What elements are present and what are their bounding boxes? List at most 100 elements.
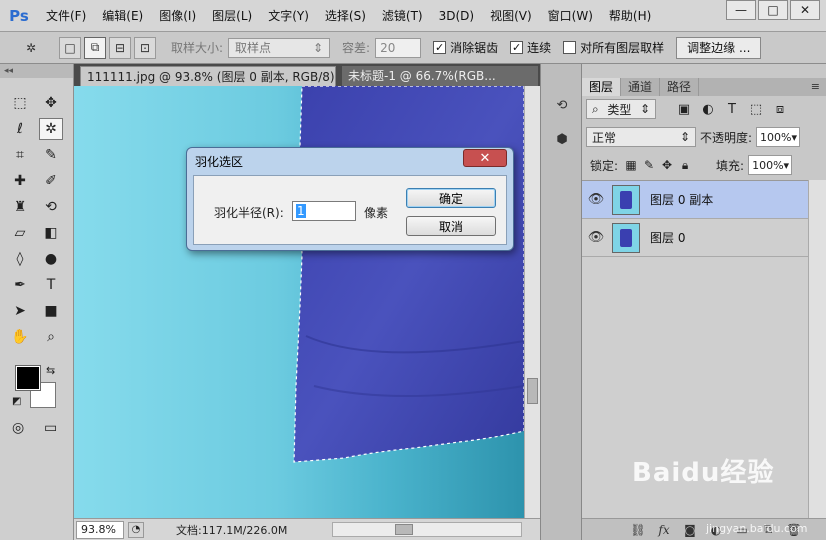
rectangle-tool-icon[interactable]: ■ — [39, 300, 63, 322]
lock-row: 锁定: ▦ ✎ ✥ 🔒︎ 填充: 100% ▾ — [586, 154, 822, 176]
dodge-tool-icon[interactable]: ● — [39, 248, 63, 270]
menu-select[interactable]: 选择(S) — [317, 0, 374, 32]
menu-image[interactable]: 图像(I) — [151, 0, 204, 32]
add-selection-icon[interactable]: ⧉ — [84, 36, 106, 59]
type-filter-icon[interactable]: T — [722, 99, 742, 119]
menu-3d[interactable]: 3D(D) — [431, 0, 482, 32]
document-info[interactable]: 文档:117.1M/226.0M — [176, 522, 287, 538]
status-info-icon[interactable]: ◔ — [128, 521, 144, 538]
fill-value: 100% — [752, 158, 784, 172]
zoom-level-field[interactable]: 93.8% — [76, 520, 124, 539]
menu-type[interactable]: 文字(Y) — [260, 0, 317, 32]
smart-object-filter-icon[interactable]: ⧈ — [770, 99, 790, 119]
chevron-updown-icon: ⇕ — [679, 130, 690, 144]
layer-row-layer-0[interactable]: 👁︎ 图层 0 — [582, 219, 808, 257]
link-icon[interactable]: ⛓︎ — [628, 521, 648, 539]
horizontal-scrollbar[interactable] — [332, 522, 522, 537]
minimize-button[interactable]: — — [726, 0, 756, 20]
lock-pixels-icon[interactable]: ✎ — [640, 156, 658, 174]
magic-wand-tool-icon[interactable]: ✲ — [39, 118, 63, 140]
menu-view[interactable]: 视图(V) — [482, 0, 540, 32]
quick-mask-icon[interactable]: ◎ — [12, 420, 24, 436]
clone-stamp-tool-icon[interactable]: ♜ — [8, 196, 32, 218]
layers-scrollbar[interactable] — [808, 180, 826, 518]
tab-channels[interactable]: 通道 — [621, 78, 661, 96]
document-tabs: 111111.jpg @ 93.8% (图层 0 副本, RGB/8) * × … — [74, 64, 540, 86]
pixel-filter-icon[interactable]: ▣ — [674, 99, 694, 119]
new-selection-icon[interactable]: □ — [59, 36, 81, 59]
sample-all-layers-checkbox[interactable]: 对所有图层取样 — [563, 39, 664, 56]
eye-icon[interactable]: 👁︎ — [582, 230, 610, 245]
cancel-button[interactable]: 取消 — [406, 216, 496, 236]
contiguous-checkbox[interactable]: ✓ 连续 — [510, 39, 551, 56]
shape-filter-icon[interactable]: ⬚ — [746, 99, 766, 119]
scroll-thumb[interactable] — [527, 378, 538, 404]
magic-wand-preset-icon[interactable]: ✲ — [20, 37, 42, 59]
close-window-button[interactable]: ✕ — [790, 0, 820, 20]
blend-row: 正常 ⇕ 不透明度: 100% ▾ — [586, 126, 822, 148]
pen-tool-icon[interactable]: ✒ — [8, 274, 32, 296]
mask-icon[interactable]: ◙ — [680, 521, 700, 539]
history-panel-icon[interactable]: ⟲ — [550, 94, 574, 116]
contiguous-label: 连续 — [527, 41, 552, 55]
menu-edit[interactable]: 编辑(E) — [94, 0, 151, 32]
subtract-selection-icon[interactable]: ⊟ — [109, 36, 131, 59]
menu-filter[interactable]: 滤镜(T) — [374, 0, 431, 32]
brush-tool-icon[interactable]: ✐ — [39, 170, 63, 192]
adjustment-filter-icon[interactable]: ◐ — [698, 99, 718, 119]
menu-window[interactable]: 窗口(W) — [540, 0, 601, 32]
sample-size-label: 取样大小: — [171, 41, 224, 55]
dialog-close-button[interactable]: ✕ — [463, 149, 507, 167]
path-selection-tool-icon[interactable]: ➤ — [8, 300, 32, 322]
menu-layer[interactable]: 图层(L) — [204, 0, 260, 32]
tab-untitled-1[interactable]: 未标题-1 @ 66.7%(RGB... — [342, 66, 538, 86]
foreground-color-swatch[interactable] — [15, 365, 41, 391]
type-tool-icon[interactable]: T — [39, 274, 63, 296]
anti-alias-checkbox[interactable]: ✓ 消除锯齿 — [433, 39, 498, 56]
lasso-tool-icon[interactable]: ℓ — [8, 118, 32, 140]
gradient-tool-icon[interactable]: ◧ — [39, 222, 63, 244]
screen-mode-icon[interactable]: ▭ — [44, 420, 57, 436]
tolerance-input[interactable]: 20 — [375, 37, 422, 58]
feather-radius-input[interactable]: 1 — [292, 201, 356, 221]
menu-help[interactable]: 帮助(H) — [601, 0, 659, 32]
layer-filter-select[interactable]: ⌕ 类型 ⇕ — [586, 99, 656, 119]
tab-111111-jpg[interactable]: 111111.jpg @ 93.8% (图层 0 副本, RGB/8) * × — [80, 66, 336, 86]
lock-all-icon[interactable]: 🔒︎ — [676, 156, 694, 174]
3d-panel-icon[interactable]: ⬢ — [550, 128, 574, 150]
layer-row-layer-0-copy[interactable]: 👁︎ 图层 0 副本 — [582, 181, 808, 219]
panel-menu-icon[interactable]: ≡ — [811, 80, 820, 93]
lock-position-icon[interactable]: ✥ — [658, 156, 676, 174]
menu-file[interactable]: 文件(F) — [38, 0, 94, 32]
zoom-tool-icon[interactable]: ⌕ — [39, 326, 63, 348]
tab-paths[interactable]: 路径 — [660, 78, 700, 96]
refine-edge-button[interactable]: 调整边缘 ... — [676, 36, 762, 59]
crop-tool-icon[interactable]: ⌗ — [8, 144, 32, 166]
eye-icon[interactable]: 👁︎ — [582, 192, 610, 207]
maximize-button[interactable]: □ — [758, 0, 788, 20]
eraser-tool-icon[interactable]: ▱ — [8, 222, 32, 244]
sample-size-select[interactable]: 取样点 ⇕ — [228, 37, 331, 58]
search-icon: ⌕ — [592, 101, 599, 116]
healing-brush-tool-icon[interactable]: ✚ — [8, 170, 32, 192]
vertical-scrollbar[interactable] — [524, 86, 540, 518]
dialog-title: 羽化选区 — [195, 155, 244, 169]
ok-button[interactable]: 确定 — [406, 188, 496, 208]
default-colors-icon[interactable]: ◩ — [12, 396, 21, 407]
history-brush-tool-icon[interactable]: ⟲ — [39, 196, 63, 218]
eyedropper-tool-icon[interactable]: ✎ — [39, 144, 63, 166]
fx-icon[interactable]: fx — [654, 521, 674, 539]
intersect-selection-icon[interactable]: ⊡ — [134, 36, 156, 59]
hand-tool-icon[interactable]: ✋ — [8, 326, 32, 348]
swap-colors-icon[interactable]: ⇆ — [46, 364, 55, 377]
tab-layers[interactable]: 图层 — [582, 78, 622, 96]
fill-field[interactable]: 100% ▾ — [748, 155, 793, 175]
blend-mode-select[interactable]: 正常 ⇕ — [586, 127, 696, 147]
panel-collapse-icon[interactable]: ◂◂ — [0, 64, 73, 78]
opacity-field[interactable]: 100% ▾ — [756, 127, 801, 147]
lock-transparency-icon[interactable]: ▦ — [622, 156, 640, 174]
blur-tool-icon[interactable]: ◊ — [8, 248, 32, 270]
move-tool-icon[interactable]: ✥ — [39, 92, 63, 114]
scroll-thumb[interactable] — [395, 524, 413, 535]
marquee-tool-icon[interactable]: ⬚ — [8, 92, 32, 114]
